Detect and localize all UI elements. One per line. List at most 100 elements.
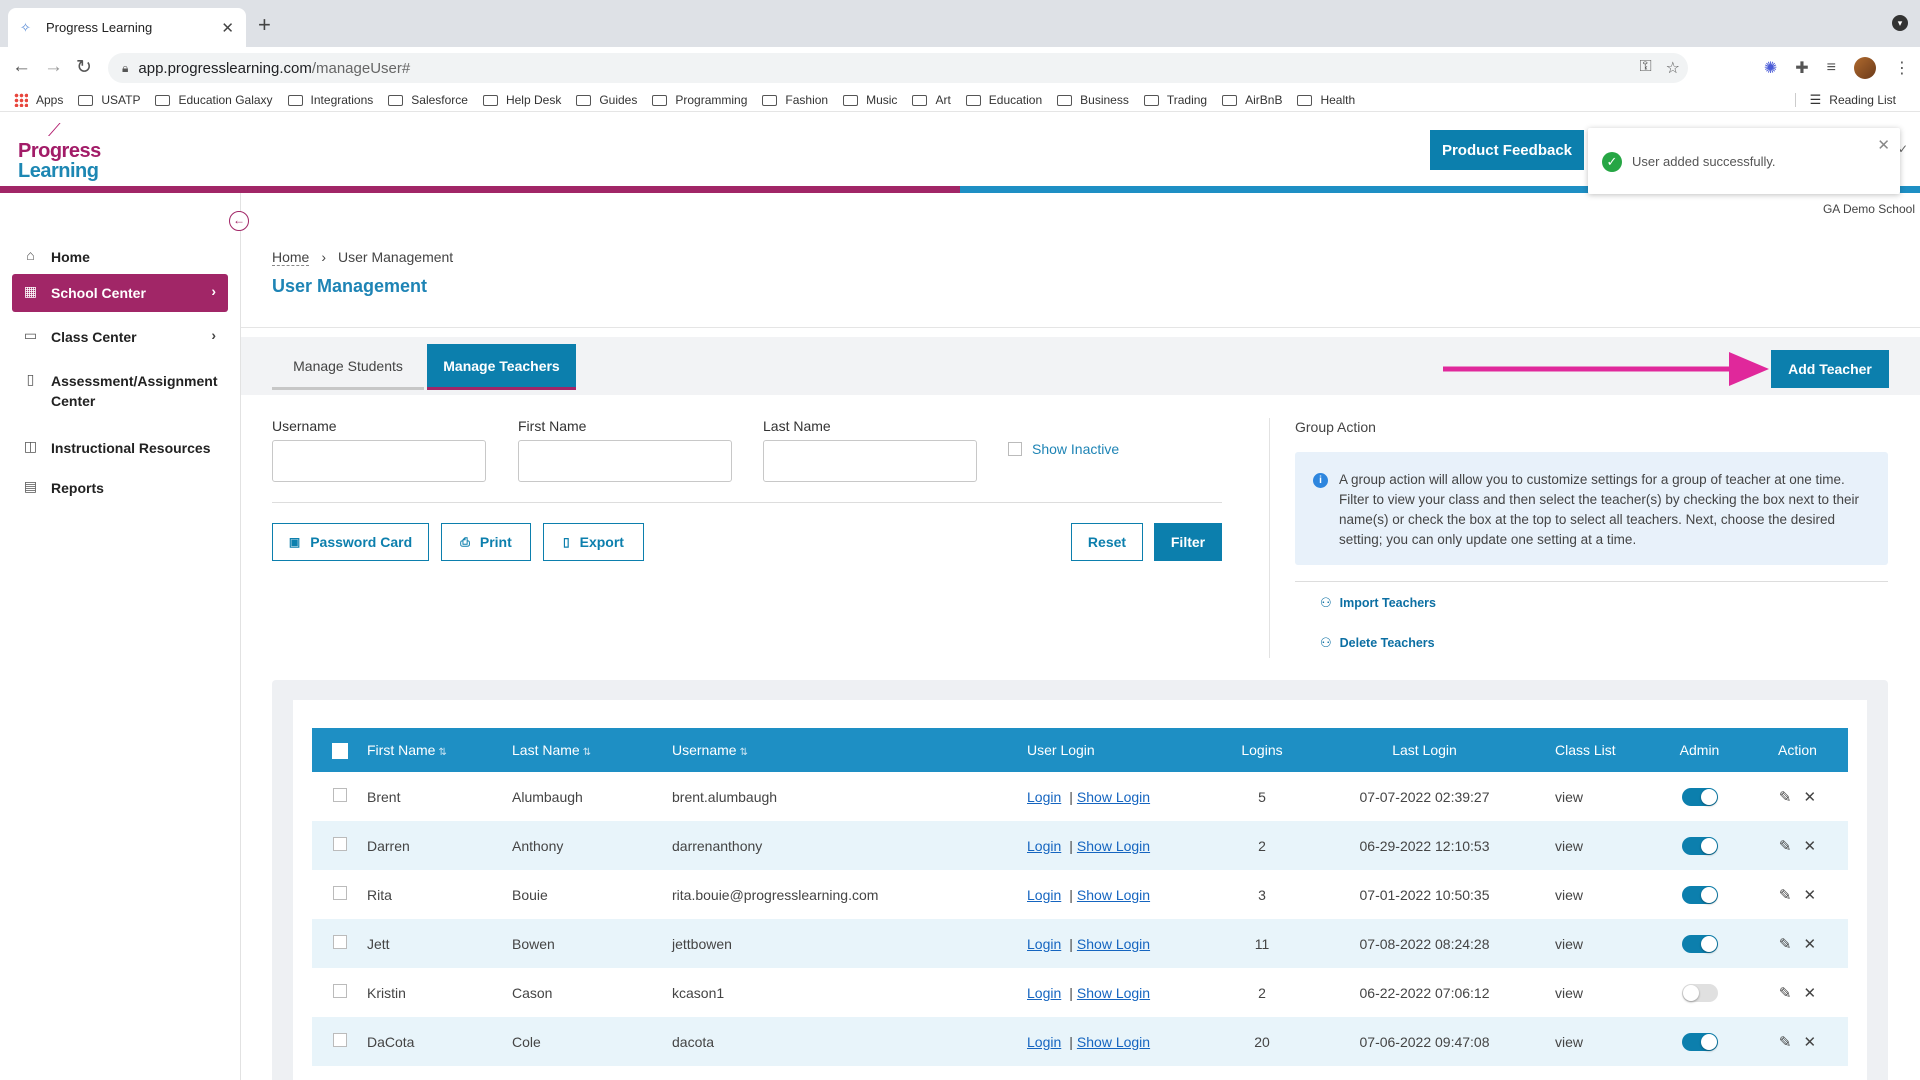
import-teachers-link[interactable]: ⚇ Import Teachers [1320,595,1436,611]
delete-teachers-link[interactable]: ⚇ Delete Teachers [1320,635,1435,651]
admin-toggle[interactable] [1681,787,1718,806]
bookmark-apps[interactable]: Apps [14,93,63,107]
product-feedback-button[interactable]: Product Feedback [1430,130,1584,170]
media-icon[interactable]: ≡ [1827,59,1836,77]
edit-icon[interactable]: ✎ [1779,789,1792,806]
bookmark-folder[interactable]: Health [1297,93,1355,107]
bookmark-folder[interactable]: Art [912,93,951,107]
delete-icon[interactable]: ✕ [1804,838,1817,855]
edit-icon[interactable]: ✎ [1779,887,1792,904]
class-list-link[interactable]: view [1547,821,1652,870]
sidebar-item-school-center[interactable]: ▦ School Center › [12,274,228,312]
reading-list[interactable]: ☰ Reading List [1794,89,1896,111]
close-tab-icon[interactable]: ✕ [221,19,234,37]
admin-toggle[interactable] [1681,836,1718,855]
back-icon[interactable]: ← [12,56,31,78]
new-tab-icon[interactable]: + [258,12,271,38]
sidebar-item-assessment-center[interactable]: ▯ Assessment/Assignment Center [12,362,228,420]
row-checkbox[interactable] [332,935,347,949]
export-button[interactable]: ▯ Export [543,523,644,561]
reset-button[interactable]: Reset [1071,523,1143,561]
delete-icon[interactable]: ✕ [1804,985,1817,1002]
row-checkbox[interactable] [332,788,347,802]
login-link[interactable]: Login [1027,789,1061,805]
add-teacher-button[interactable]: Add Teacher [1771,350,1889,388]
username-input[interactable] [272,440,486,482]
show-login-link[interactable]: Show Login [1077,985,1150,1001]
collapse-sidebar-icon[interactable]: ← [229,211,249,231]
edit-icon[interactable]: ✎ [1779,985,1792,1002]
show-inactive-toggle[interactable]: Show Inactive [1008,441,1119,457]
sidebar-item-home[interactable]: ⌂ Home [12,238,228,276]
bookmark-folder[interactable]: AirBnB [1222,93,1282,107]
password-card-button[interactable]: ▣ Password Card [272,523,429,561]
edit-icon[interactable]: ✎ [1779,1034,1792,1051]
admin-toggle[interactable] [1681,1032,1718,1051]
show-inactive-checkbox[interactable] [1008,442,1022,456]
class-list-link[interactable]: view [1547,1017,1652,1066]
delete-icon[interactable]: ✕ [1804,887,1817,904]
class-list-link[interactable]: view [1547,919,1652,968]
bookmark-folder[interactable]: USATP [78,93,140,107]
col-first-name[interactable]: First Name ⇅ [367,728,512,772]
delete-icon[interactable]: ✕ [1804,789,1817,806]
login-link[interactable]: Login [1027,985,1061,1001]
sidebar-item-instructional-resources[interactable]: ◫ Instructional Resources [12,429,228,467]
row-checkbox[interactable] [332,1033,347,1047]
bookmark-folder[interactable]: Fashion [762,93,828,107]
login-link[interactable]: Login [1027,838,1061,854]
sidebar-item-class-center[interactable]: ▭ Class Center › [12,318,228,356]
edit-icon[interactable]: ✎ [1779,936,1792,953]
key-icon[interactable]: ⚿ [1639,58,1651,78]
show-login-link[interactable]: Show Login [1077,838,1150,854]
first-name-input[interactable] [518,440,732,482]
bookmark-folder[interactable]: Programming [652,93,747,107]
tab-search-icon[interactable]: ▾ [1892,15,1908,31]
reload-icon[interactable]: ↻ [76,56,92,79]
bookmark-folder[interactable]: Music [843,93,897,107]
class-list-link[interactable]: view [1547,968,1652,1017]
edit-icon[interactable]: ✎ [1779,838,1792,855]
bookmark-folder[interactable]: Trading [1143,93,1207,107]
bookmark-folder[interactable]: Integrations [287,93,373,107]
bookmark-folder[interactable]: Education [965,93,1042,107]
tab-manage-teachers[interactable]: Manage Teachers [427,344,576,390]
show-login-link[interactable]: Show Login [1077,887,1150,903]
show-login-link[interactable]: Show Login [1077,936,1150,952]
login-link[interactable]: Login [1027,1034,1061,1050]
bookmark-folder[interactable]: Guides [576,93,637,107]
bookmark-folder[interactable]: Help Desk [482,93,561,107]
extension-icon[interactable]: ✺ [1764,58,1777,78]
close-icon[interactable]: ✕ [1877,136,1890,154]
last-name-input[interactable] [763,440,977,482]
class-list-link[interactable]: view [1547,870,1652,919]
admin-toggle[interactable] [1681,885,1718,904]
login-link[interactable]: Login [1027,887,1061,903]
show-login-link[interactable]: Show Login [1077,1034,1150,1050]
col-username[interactable]: Username ⇅ [672,728,1027,772]
print-button[interactable]: ⎙ Print [441,523,531,561]
profile-avatar[interactable] [1854,57,1876,79]
row-checkbox[interactable] [332,886,347,900]
delete-icon[interactable]: ✕ [1804,1034,1817,1051]
select-all-checkbox[interactable] [331,742,348,759]
puzzle-icon[interactable]: ✚ [1795,58,1808,78]
admin-toggle[interactable] [1681,934,1718,953]
bookmark-folder[interactable]: Salesforce [388,93,468,107]
bookmark-folder[interactable]: Business [1057,93,1129,107]
address-bar[interactable]: 🔒︎ app.progresslearning.com/manageUser# … [108,53,1688,83]
col-last-name[interactable]: Last Name ⇅ [512,728,672,772]
tab-manage-students[interactable]: Manage Students [272,344,424,390]
row-checkbox[interactable] [332,984,347,998]
bookmark-folder[interactable]: Education Galaxy [155,93,273,107]
sidebar-item-reports[interactable]: ▤ Reports [12,469,228,507]
delete-icon[interactable]: ✕ [1804,936,1817,953]
class-list-link[interactable]: view [1547,772,1652,821]
breadcrumb-home-link[interactable]: Home [272,249,310,266]
star-icon[interactable]: ☆ [1666,58,1680,78]
show-login-link[interactable]: Show Login [1077,789,1150,805]
forward-icon[interactable]: → [44,56,63,78]
login-link[interactable]: Login [1027,936,1061,952]
browser-tab[interactable]: ✧ Progress Learning ✕ [8,8,246,47]
row-checkbox[interactable] [332,837,347,851]
